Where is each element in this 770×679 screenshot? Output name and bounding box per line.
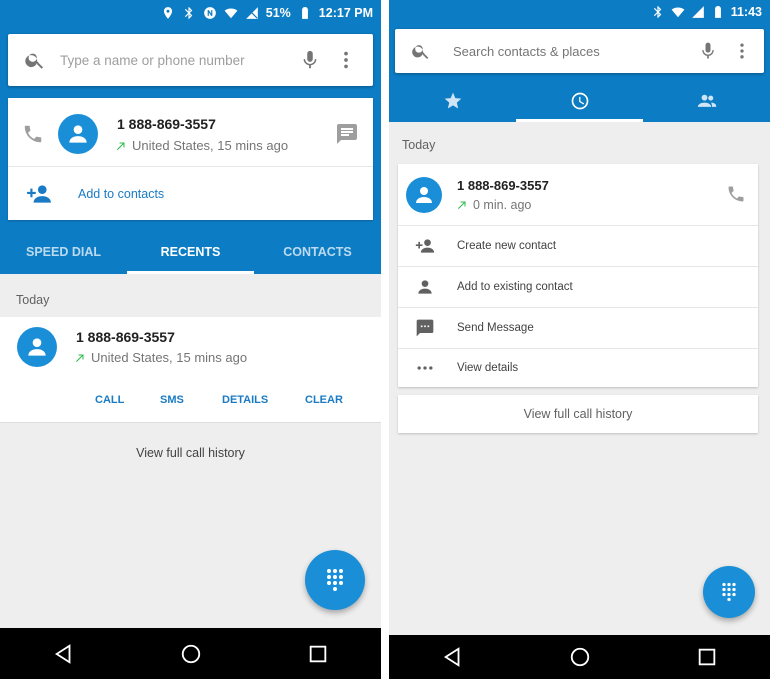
status-bar: 51% 12:17 PM	[0, 0, 381, 26]
wifi-icon	[224, 8, 238, 19]
avatar	[58, 114, 98, 154]
menu-create-new-contact[interactable]: Create new contact	[398, 225, 758, 266]
outgoing-call-icon	[117, 142, 125, 150]
tab-recents[interactable]	[516, 80, 643, 122]
no-signal-icon	[245, 7, 258, 19]
menu-view-details[interactable]: View details	[398, 348, 758, 387]
recent-call-item[interactable]: 1 888-869-3557 United States, 15 mins ag…	[0, 317, 381, 423]
menu-label: Create new contact	[457, 240, 557, 252]
recent-number: 1 888-869-3557	[457, 178, 549, 193]
star-icon	[444, 92, 461, 109]
section-header: Today	[16, 293, 50, 307]
search-input[interactable]: Type a name or phone number	[60, 53, 299, 68]
left-phone-screen: 51% 12:17 PM Type a name or phone number…	[0, 0, 381, 679]
dialpad-icon	[327, 569, 343, 591]
person-icon	[416, 187, 432, 203]
menu-add-to-existing-contact[interactable]: Add to existing contact	[398, 266, 758, 307]
status-bar: 11:43	[389, 0, 770, 24]
message-icon	[416, 319, 434, 337]
bluetooth-icon	[653, 6, 662, 18]
view-full-call-history-card[interactable]: View full call history	[398, 395, 758, 433]
last-call-card: 1 888-869-3557 United States, 15 mins ag…	[8, 98, 373, 220]
microphone-icon[interactable]	[698, 41, 718, 61]
search-input[interactable]: Search contacts & places	[453, 44, 698, 59]
view-full-call-history[interactable]: View full call history	[524, 407, 633, 421]
clock: 11:43	[730, 5, 762, 19]
add-to-contacts-row[interactable]: Add to contacts	[8, 167, 373, 220]
recent-detail-text: 0 min. ago	[473, 198, 532, 212]
outgoing-call-icon	[76, 354, 84, 362]
recent-detail-text: United States, 15 mins ago	[91, 350, 248, 365]
people-icon	[697, 94, 716, 107]
recent-detail: United States, 15 mins ago	[74, 350, 247, 365]
navigation-bar	[0, 628, 381, 679]
sms-button[interactable]: SMS	[160, 394, 184, 406]
tab-bar	[389, 80, 770, 122]
outgoing-call-icon	[458, 201, 466, 209]
tab-bar: SPEED DIAL RECENTS CONTACTS	[0, 230, 381, 274]
clock: 12:17 PM	[318, 6, 373, 20]
details-button[interactable]: DETAILS	[222, 394, 268, 406]
signal-icon	[691, 6, 704, 18]
tab-recents[interactable]: RECENTS	[127, 230, 254, 274]
phone-icon[interactable]	[22, 123, 44, 145]
call-detail-text: United States, 15 mins ago	[132, 138, 289, 153]
search-bar[interactable]: Search contacts & places	[395, 29, 764, 73]
recents-icon[interactable]	[307, 643, 329, 665]
person-icon	[418, 280, 432, 294]
menu-label: View details	[457, 362, 519, 374]
dialpad-icon	[722, 582, 736, 602]
tab-favorites[interactable]	[389, 80, 516, 122]
call-detail: United States, 15 mins ago	[115, 138, 288, 153]
dialpad-fab[interactable]	[305, 550, 365, 610]
person-add-icon	[27, 184, 51, 203]
menu-label: Send Message	[457, 322, 534, 334]
tab-speed-dial[interactable]: SPEED DIAL	[0, 230, 127, 274]
location-icon	[163, 7, 172, 19]
bluetooth-icon	[184, 7, 193, 19]
more-horiz-icon	[417, 366, 433, 370]
tab-contacts[interactable]	[643, 80, 770, 122]
search-icon	[25, 53, 44, 69]
battery-icon	[301, 7, 308, 19]
battery-icon	[714, 6, 721, 18]
more-vert-icon[interactable]	[335, 49, 357, 71]
recent-detail: 0 min. ago	[456, 198, 531, 212]
person-icon	[28, 338, 46, 356]
clock-icon	[571, 92, 588, 110]
clear-button[interactable]: CLEAR	[305, 394, 343, 406]
home-icon[interactable]	[569, 646, 591, 668]
menu-label: Add to existing contact	[457, 281, 573, 293]
wifi-icon	[671, 7, 685, 18]
home-icon[interactable]	[180, 643, 202, 665]
avatar	[17, 327, 57, 367]
recent-number: 1 888-869-3557	[76, 329, 175, 345]
dialpad-fab[interactable]	[703, 566, 755, 618]
search-icon	[412, 45, 429, 59]
recent-call-card[interactable]: 1 888-869-3557 0 min. ago Create new con…	[398, 164, 758, 387]
add-to-contacts-label: Add to contacts	[78, 186, 165, 201]
microphone-icon[interactable]	[299, 49, 321, 71]
menu-send-message[interactable]: Send Message	[398, 307, 758, 348]
navigation-bar	[389, 635, 770, 679]
phone-icon[interactable]	[726, 184, 746, 204]
person-icon	[69, 125, 87, 143]
view-full-call-history[interactable]: View full call history	[0, 446, 381, 460]
caller-number: 1 888-869-3557	[117, 116, 216, 132]
search-bar[interactable]: Type a name or phone number	[8, 34, 373, 86]
section-header: Today	[402, 138, 436, 152]
call-button[interactable]: CALL	[95, 394, 124, 406]
avatar	[406, 177, 442, 213]
message-icon[interactable]	[335, 122, 359, 146]
back-icon[interactable]	[442, 646, 464, 668]
person-add-icon	[415, 239, 435, 253]
battery-percent: 51%	[265, 6, 291, 20]
screen-separator	[381, 0, 389, 679]
more-vert-icon[interactable]	[732, 41, 752, 61]
tab-contacts[interactable]: CONTACTS	[254, 230, 381, 274]
recents-icon[interactable]	[696, 646, 718, 668]
back-icon[interactable]	[53, 643, 75, 665]
right-phone-screen: 11:43 Search contacts & places Today 1 8…	[389, 0, 770, 679]
nfc-icon	[203, 7, 216, 19]
